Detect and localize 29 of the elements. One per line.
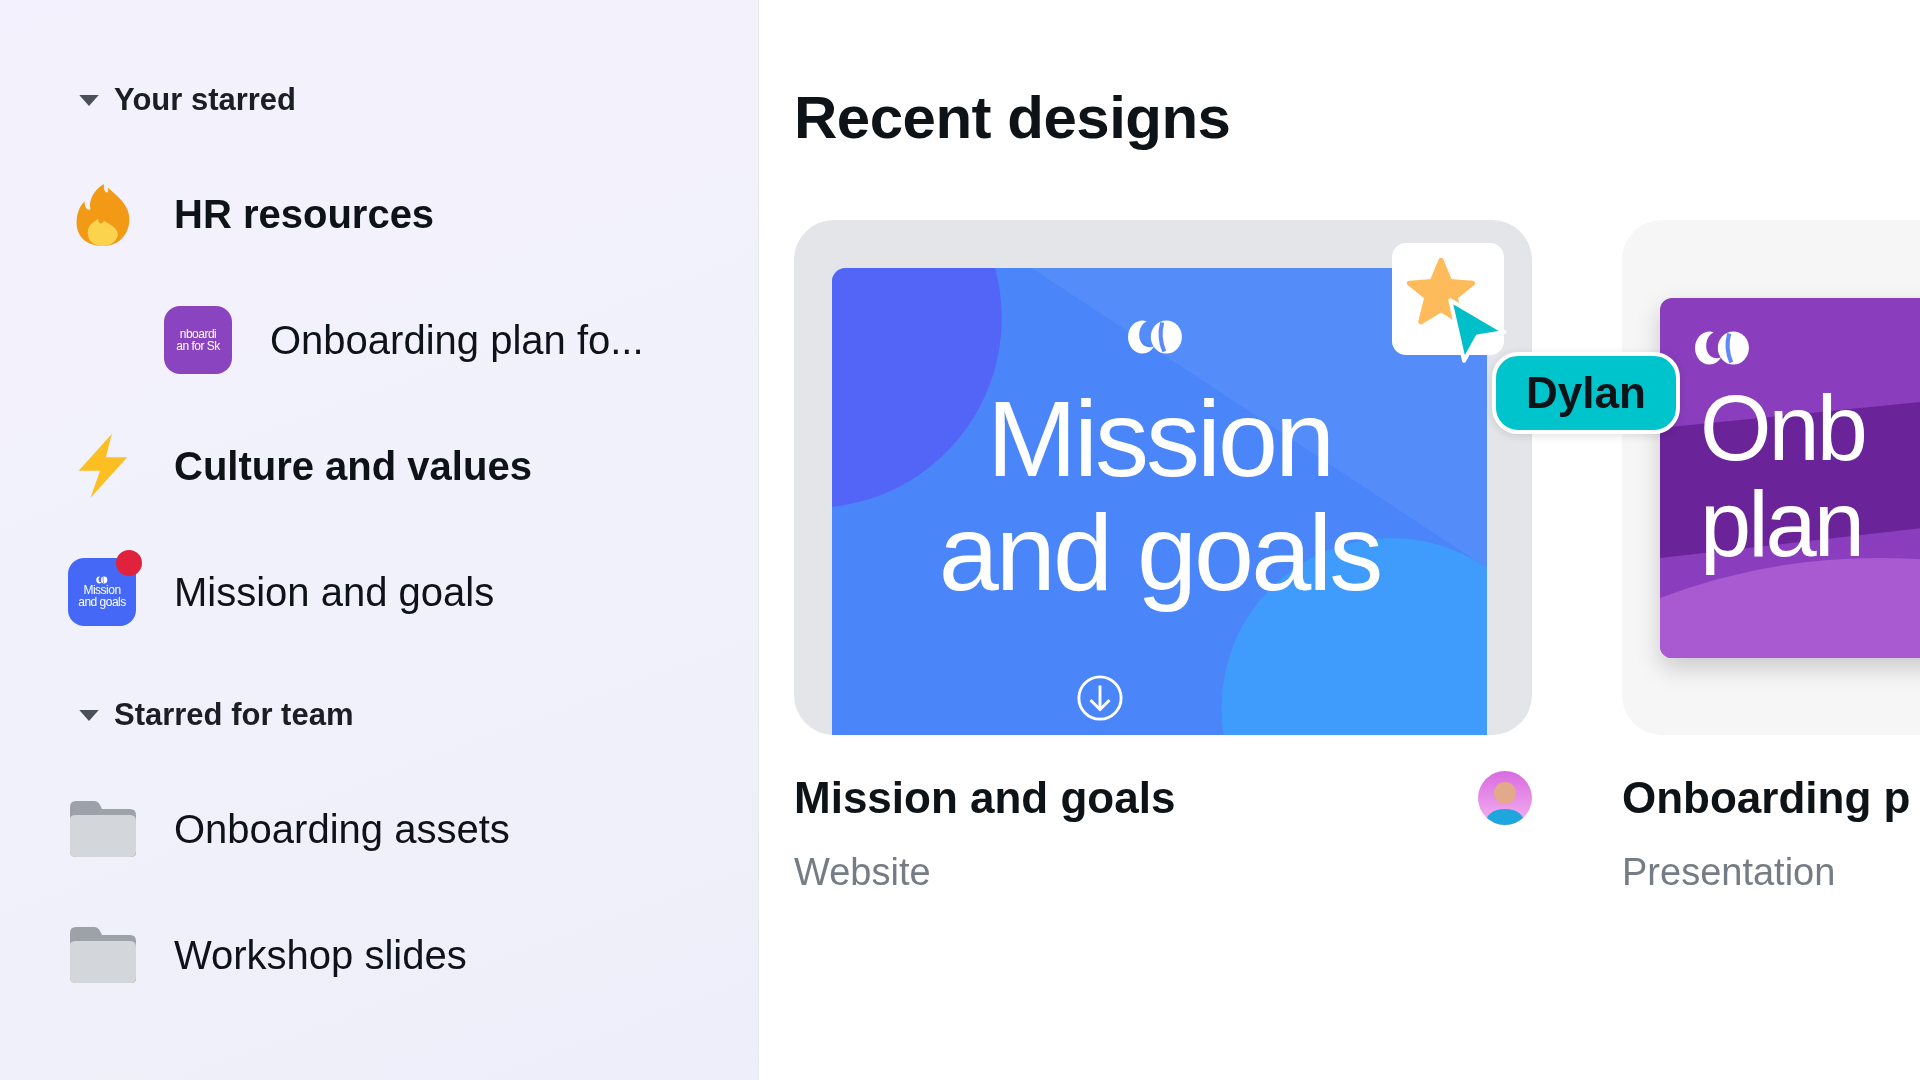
sidebar-item[interactable]: HR resources	[68, 151, 435, 277]
section-header[interactable]: Starred for team	[78, 685, 354, 745]
sidebar-item[interactable]: Culture and values	[68, 403, 532, 529]
design-title[interactable]: Mission and goals	[794, 771, 1176, 825]
sidebar-item[interactable]: Mission and goals Mission and goals	[68, 529, 495, 655]
thumbnail-text: an for Sk	[176, 340, 220, 352]
caret-icon	[78, 708, 100, 722]
star-icon	[1406, 257, 1476, 327]
logo-icon	[1694, 330, 1752, 366]
design-heading: Onb plan	[1700, 378, 1865, 577]
logo-icon	[1127, 319, 1185, 355]
sidebar-item[interactable]: Onboarding assets	[68, 766, 510, 892]
thumbnail-text: and goals	[78, 596, 126, 608]
section-header[interactable]: Your starred	[78, 70, 297, 130]
design-canvas[interactable]: Onb plan	[1660, 298, 1920, 658]
page-title: Recent designs	[794, 83, 1231, 153]
thumbnail-text: Mission	[83, 584, 121, 596]
design-title[interactable]: Onboarding p	[1622, 771, 1911, 825]
sidebar-item[interactable]: Workshop slides	[68, 892, 467, 1018]
caret-icon	[78, 93, 100, 107]
folder-icon	[68, 925, 138, 985]
design-type: Presentation	[1622, 851, 1837, 894]
thumbnail-text: nboardi	[179, 328, 217, 340]
design-type: Website	[794, 851, 932, 894]
download-icon[interactable]	[1076, 674, 1124, 722]
collaborator-tag: Dylan	[1492, 352, 1680, 434]
sidebar-item[interactable]: nboardi an for Sk Onboarding plan fo...	[164, 277, 644, 403]
folder-icon	[68, 799, 138, 859]
design-heading: Mission and goals	[937, 380, 1382, 615]
